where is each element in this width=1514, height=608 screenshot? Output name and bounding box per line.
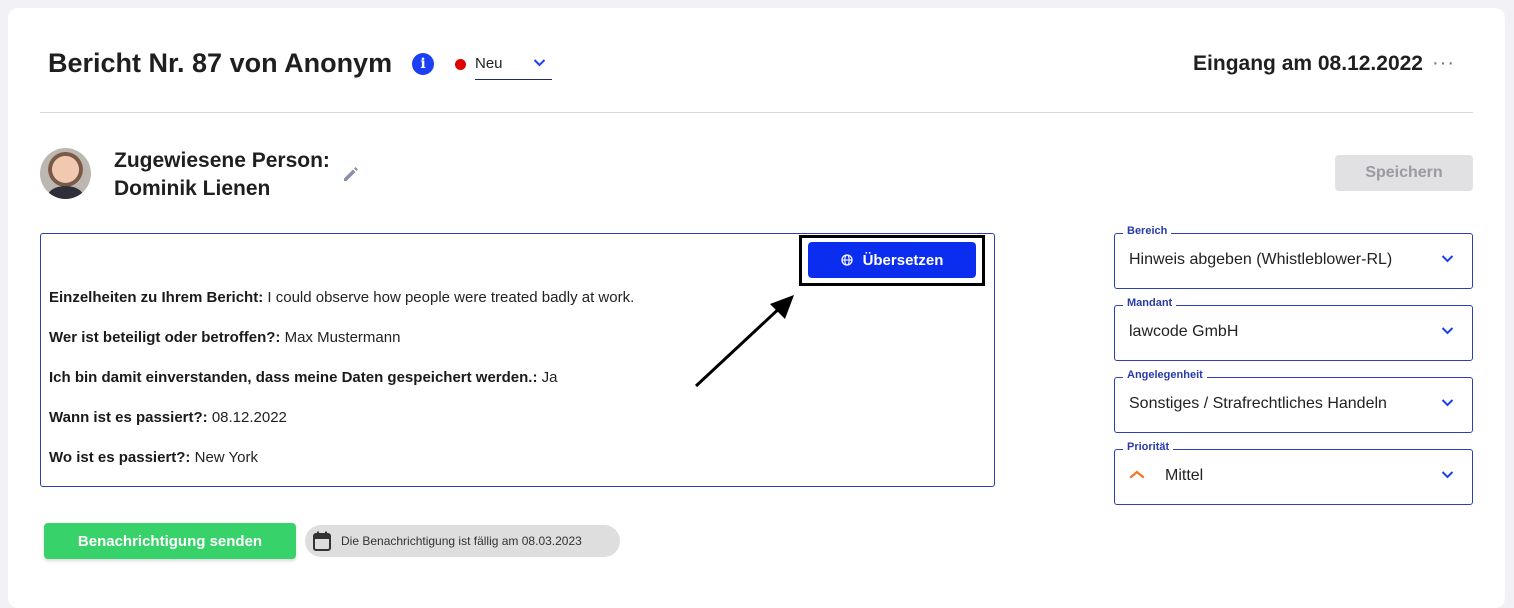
prioritaet-value: Mittel [1165,467,1204,484]
page-title: Bericht Nr. 87 von Anonym [48,48,393,78]
due-date-chip: Die Benachrichtigung ist fällig am 08.03… [305,525,620,557]
chevron-down-icon [533,59,546,67]
assignee-name: Dominik Lienen [114,177,271,200]
bereich-value: Hinweis abgeben (Whistleblower-RL) [1129,251,1393,268]
translate-button[interactable]: Übersetzen [808,242,976,278]
globe-icon [840,254,853,266]
annotation-arrow-icon [694,295,794,388]
bereich-label: Bereich [1123,225,1172,237]
mandant-value: lawcode GmbH [1129,323,1239,340]
mandant-select[interactable]: Mandant lawcode GmbH [1114,297,1473,361]
translate-label: Übersetzen [862,251,944,269]
chevron-down-icon [1441,255,1454,263]
mandant-label: Mandant [1123,297,1177,309]
more-options-icon[interactable]: ··· [1432,52,1455,75]
angelegenheit-select[interactable]: Angelegenheit Sonstiges / Strafrechtlich… [1114,369,1473,433]
assignee-block: Zugewiesene Person: Dominik Lienen [114,147,330,203]
report-line: Wo ist es passiert?: New York [49,449,258,466]
assignee-label: Zugewiesene Person: [114,149,330,172]
due-date-text: Die Benachrichtigung ist fällig am 08.03… [341,534,582,548]
bereich-select[interactable]: Bereich Hinweis abgeben (Whistleblower-R… [1114,225,1473,289]
avatar [40,148,91,199]
chevron-down-icon [1441,327,1454,335]
report-line: Wer ist beteiligt oder betroffen?: Max M… [49,329,401,346]
save-button[interactable]: Speichern [1335,155,1473,191]
angelegenheit-label: Angelegenheit [1123,369,1207,381]
chevron-down-icon [1441,471,1454,479]
prioritaet-select[interactable]: Priorität Mittel [1114,441,1473,505]
report-line: Einzelheiten zu Ihrem Bericht: I could o… [49,289,635,306]
info-icon[interactable]: i [412,53,434,75]
priority-medium-icon [1129,470,1145,479]
edit-icon[interactable] [342,165,360,183]
send-notification-button[interactable]: Benachrichtigung senden [44,523,296,559]
divider [40,112,1473,113]
status-value: Neu [475,55,503,72]
angelegenheit-value: Sonstiges / Strafrechtliches Handeln [1129,395,1387,412]
report-card: Bericht Nr. 87 von Anonym i Neu Eingang … [8,8,1505,608]
received-date: Eingang am 08.12.2022 [1193,52,1423,75]
prioritaet-label: Priorität [1123,441,1174,453]
status-select[interactable]: Neu [455,52,552,80]
report-line: Wann ist es passiert?: 08.12.2022 [49,409,287,426]
calendar-icon [313,531,331,551]
status-dot-icon [455,59,466,70]
report-line: Ich bin damit einverstanden, dass meine … [49,369,558,386]
chevron-down-icon [1441,399,1454,407]
